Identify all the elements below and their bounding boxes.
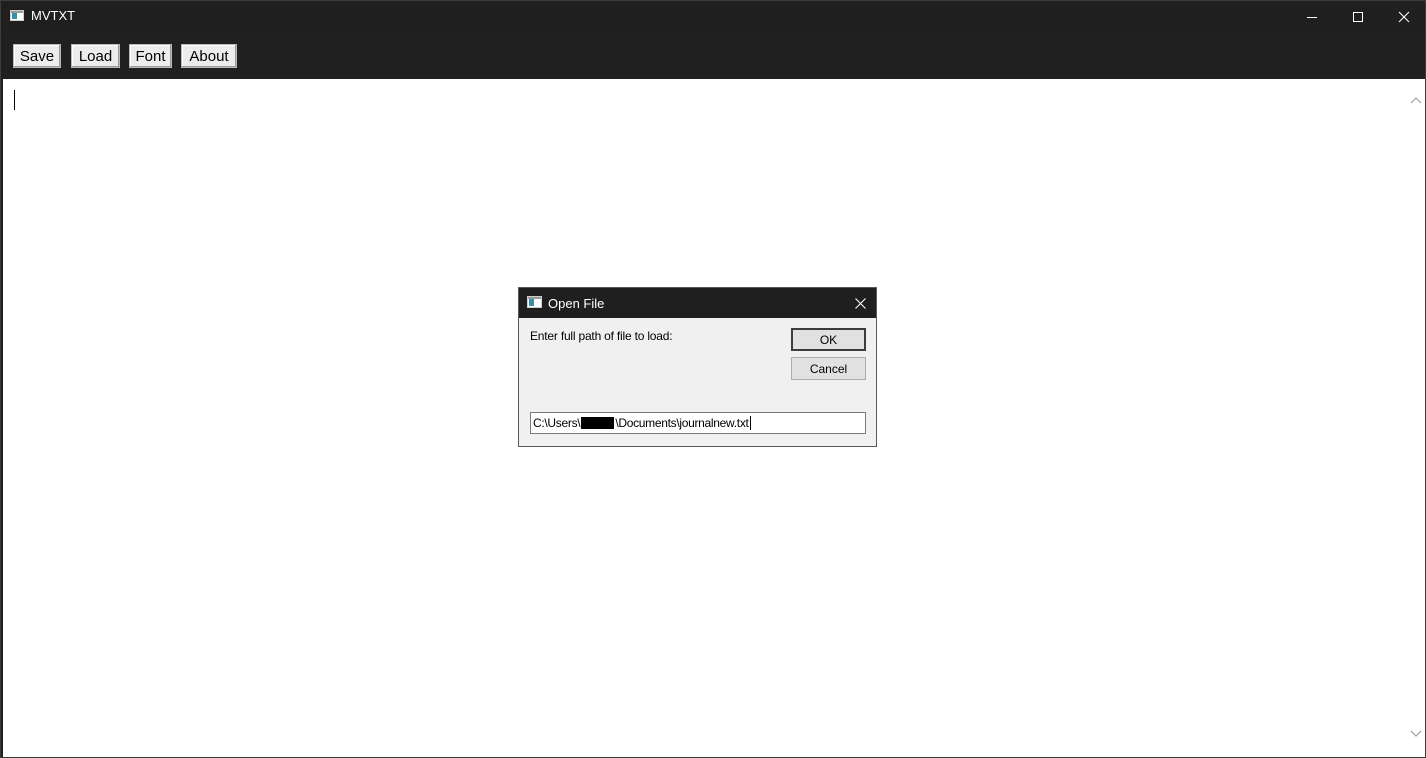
close-icon xyxy=(1398,11,1410,22)
load-button[interactable]: Load xyxy=(71,44,120,68)
scroll-up-button[interactable] xyxy=(1409,93,1423,107)
close-window-button[interactable] xyxy=(1381,1,1426,32)
input-caret xyxy=(749,416,751,430)
chevron-down-icon xyxy=(1410,730,1422,737)
dialog-title-bar[interactable]: Open File xyxy=(519,288,876,318)
vertical-scrollbar[interactable] xyxy=(1407,79,1425,757)
title-bar[interactable]: MVTXT xyxy=(1,1,1425,32)
dialog-close-button[interactable] xyxy=(845,288,875,318)
text-caret xyxy=(14,90,15,110)
open-file-dialog: Open File Enter full path of file to loa… xyxy=(518,287,877,447)
scroll-down-button[interactable] xyxy=(1409,727,1423,741)
app-window-icon xyxy=(10,10,24,21)
save-button[interactable]: Save xyxy=(13,44,61,68)
cancel-button[interactable]: Cancel xyxy=(791,357,866,380)
maximize-icon xyxy=(1353,11,1363,22)
ok-button[interactable]: OK xyxy=(791,328,866,351)
dialog-prompt-label: Enter full path of file to load: xyxy=(530,329,673,343)
close-icon xyxy=(854,297,866,309)
minimize-button[interactable] xyxy=(1289,1,1335,32)
minimize-icon xyxy=(1307,16,1317,18)
window-title: MVTXT xyxy=(31,8,76,23)
dialog-title: Open File xyxy=(548,296,605,311)
maximize-button[interactable] xyxy=(1335,1,1381,32)
path-suffix-text: \Documents\journalnew.txt xyxy=(615,416,749,430)
file-path-input[interactable]: C:\Users\ \Documents\journalnew.txt xyxy=(530,412,866,434)
redacted-username xyxy=(581,417,615,429)
about-button[interactable]: About xyxy=(181,44,237,68)
font-button[interactable]: Font xyxy=(129,44,172,68)
toolbar: Save Load Font About xyxy=(1,32,1425,79)
app-window-icon xyxy=(527,296,542,308)
path-prefix-text: C:\Users\ xyxy=(533,416,581,430)
chevron-up-icon xyxy=(1410,97,1422,104)
